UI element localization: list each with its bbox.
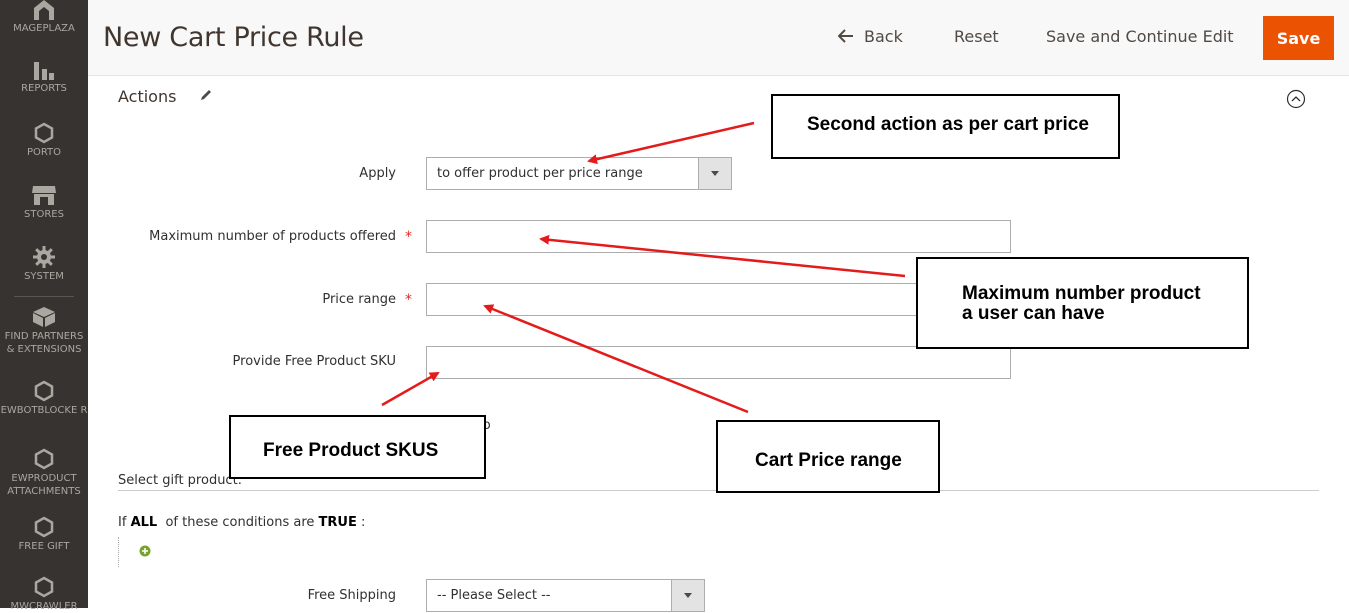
annotation-text: Maximum number product xyxy=(962,283,1201,304)
bar-chart-icon xyxy=(34,62,54,80)
required-asterisk: * xyxy=(405,229,412,245)
hexagon-icon xyxy=(34,516,54,538)
annotation-max-product: Maximum number product a user can have xyxy=(916,257,1249,349)
conditions-suffix: : xyxy=(361,515,366,530)
box-icon xyxy=(33,307,55,327)
conditions-aggregator[interactable]: ALL xyxy=(131,515,158,530)
sidebar-divider xyxy=(14,296,74,297)
gift-product-heading: Select gift product: xyxy=(118,473,243,488)
mageplaza-logo-icon xyxy=(34,0,54,20)
pencil-icon xyxy=(201,90,211,100)
actions-section-header[interactable]: Actions xyxy=(88,77,1349,117)
annotation-free-sku: Free Product SKUS xyxy=(229,415,486,479)
free-shipping-label: Free Shipping xyxy=(307,588,396,603)
save-and-continue-button[interactable]: Save and Continue Edit xyxy=(1046,27,1234,46)
sidebar-item-label: PORTO xyxy=(26,147,62,158)
sidebar-item-label: STORES xyxy=(24,209,64,220)
sidebar-item-find-partners[interactable]: FIND PARTNERS & EXTENSIONS xyxy=(0,306,88,356)
conditions-tree-line xyxy=(118,537,119,567)
reset-button[interactable]: Reset xyxy=(954,27,999,46)
apply-select[interactable]: to offer product per price range xyxy=(426,157,732,190)
annotation-text: Free Product SKUS xyxy=(263,440,439,461)
chevron-down-icon xyxy=(671,580,704,611)
conditions-line: If ALL of these conditions are TRUE : xyxy=(118,515,365,530)
annotation-text: Second action as per cart price xyxy=(807,114,1089,135)
sidebar-item-free-gift[interactable]: FREE GIFT xyxy=(0,516,88,553)
sidebar-item-mwcrawler[interactable]: MWCRAWLER xyxy=(0,576,88,613)
back-button[interactable]: Back xyxy=(837,27,903,46)
sidebar-item-reports[interactable]: REPORTS xyxy=(0,60,88,95)
sidebar-item-ewbotblocker[interactable]: EWBOTBLOCKE R xyxy=(0,380,88,417)
sidebar-item-system[interactable]: SYSTEM xyxy=(0,246,88,283)
sidebar-item-label: FIND PARTNERS & EXTENSIONS xyxy=(4,331,84,355)
page-title: New Cart Price Rule xyxy=(103,22,364,53)
sidebar-item-label: SYSTEM xyxy=(24,271,64,282)
gear-icon xyxy=(33,246,55,268)
price-range-label: Price range xyxy=(322,292,396,307)
sidebar-item-label: FREE GIFT xyxy=(18,541,70,552)
hexagon-icon xyxy=(34,576,54,598)
annotation-second-action: Second action as per cart price xyxy=(771,94,1120,159)
storefront-icon xyxy=(32,186,56,205)
add-condition-icon[interactable] xyxy=(139,545,151,557)
sidebar-item-label: EWPRODUCT ATTACHMENTS xyxy=(7,473,81,497)
max-products-input[interactable] xyxy=(426,220,1011,253)
apply-label: Apply xyxy=(359,166,396,181)
conditions-middle: of these conditions are xyxy=(165,515,315,530)
free-sku-input[interactable] xyxy=(426,346,1011,379)
hexagon-icon xyxy=(34,122,54,144)
free-sku-label: Provide Free Product SKU xyxy=(232,354,396,369)
chevron-down-icon xyxy=(698,158,731,189)
section-title: Actions xyxy=(118,87,177,106)
admin-sidebar: MAGEPLAZA REPORTS PORTO STORES SYSTEM FI… xyxy=(0,0,88,612)
sidebar-item-label: MWCRAWLER xyxy=(10,601,78,612)
hexagon-icon xyxy=(34,448,54,470)
apply-select-value: to offer product per price range xyxy=(437,166,643,181)
hexagon-icon xyxy=(34,380,54,402)
sidebar-item-porto[interactable]: PORTO xyxy=(0,122,88,159)
page-header: New Cart Price Rule Back Reset Save and … xyxy=(88,0,1349,76)
conditions-value[interactable]: TRUE xyxy=(319,515,357,530)
required-asterisk: * xyxy=(405,292,412,308)
annotation-cart-price-range: Cart Price range xyxy=(716,420,940,493)
free-shipping-select[interactable]: -- Please Select -- xyxy=(426,579,705,612)
save-button[interactable]: Save xyxy=(1263,16,1334,60)
sidebar-item-ewproduct-attachments[interactable]: EWPRODUCT ATTACHMENTS xyxy=(0,448,88,498)
annotation-text: Cart Price range xyxy=(755,450,902,471)
sidebar-item-label: MAGEPLAZA xyxy=(13,23,75,34)
sidebar-item-stores[interactable]: STORES xyxy=(0,184,88,221)
back-label: Back xyxy=(864,27,903,46)
free-shipping-select-value: -- Please Select -- xyxy=(437,588,551,603)
sidebar-item-mageplaza[interactable]: MAGEPLAZA xyxy=(0,0,88,35)
sidebar-item-label: EWBOTBLOCKE R xyxy=(0,405,88,416)
conditions-prefix: If xyxy=(118,515,127,530)
collapse-icon[interactable] xyxy=(1286,89,1306,109)
arrow-left-icon xyxy=(837,29,853,43)
annotation-text: a user can have xyxy=(962,303,1105,324)
sidebar-item-label: REPORTS xyxy=(21,83,67,94)
max-products-label: Maximum number of products offered xyxy=(149,229,396,244)
arrow-to-apply xyxy=(587,121,755,165)
